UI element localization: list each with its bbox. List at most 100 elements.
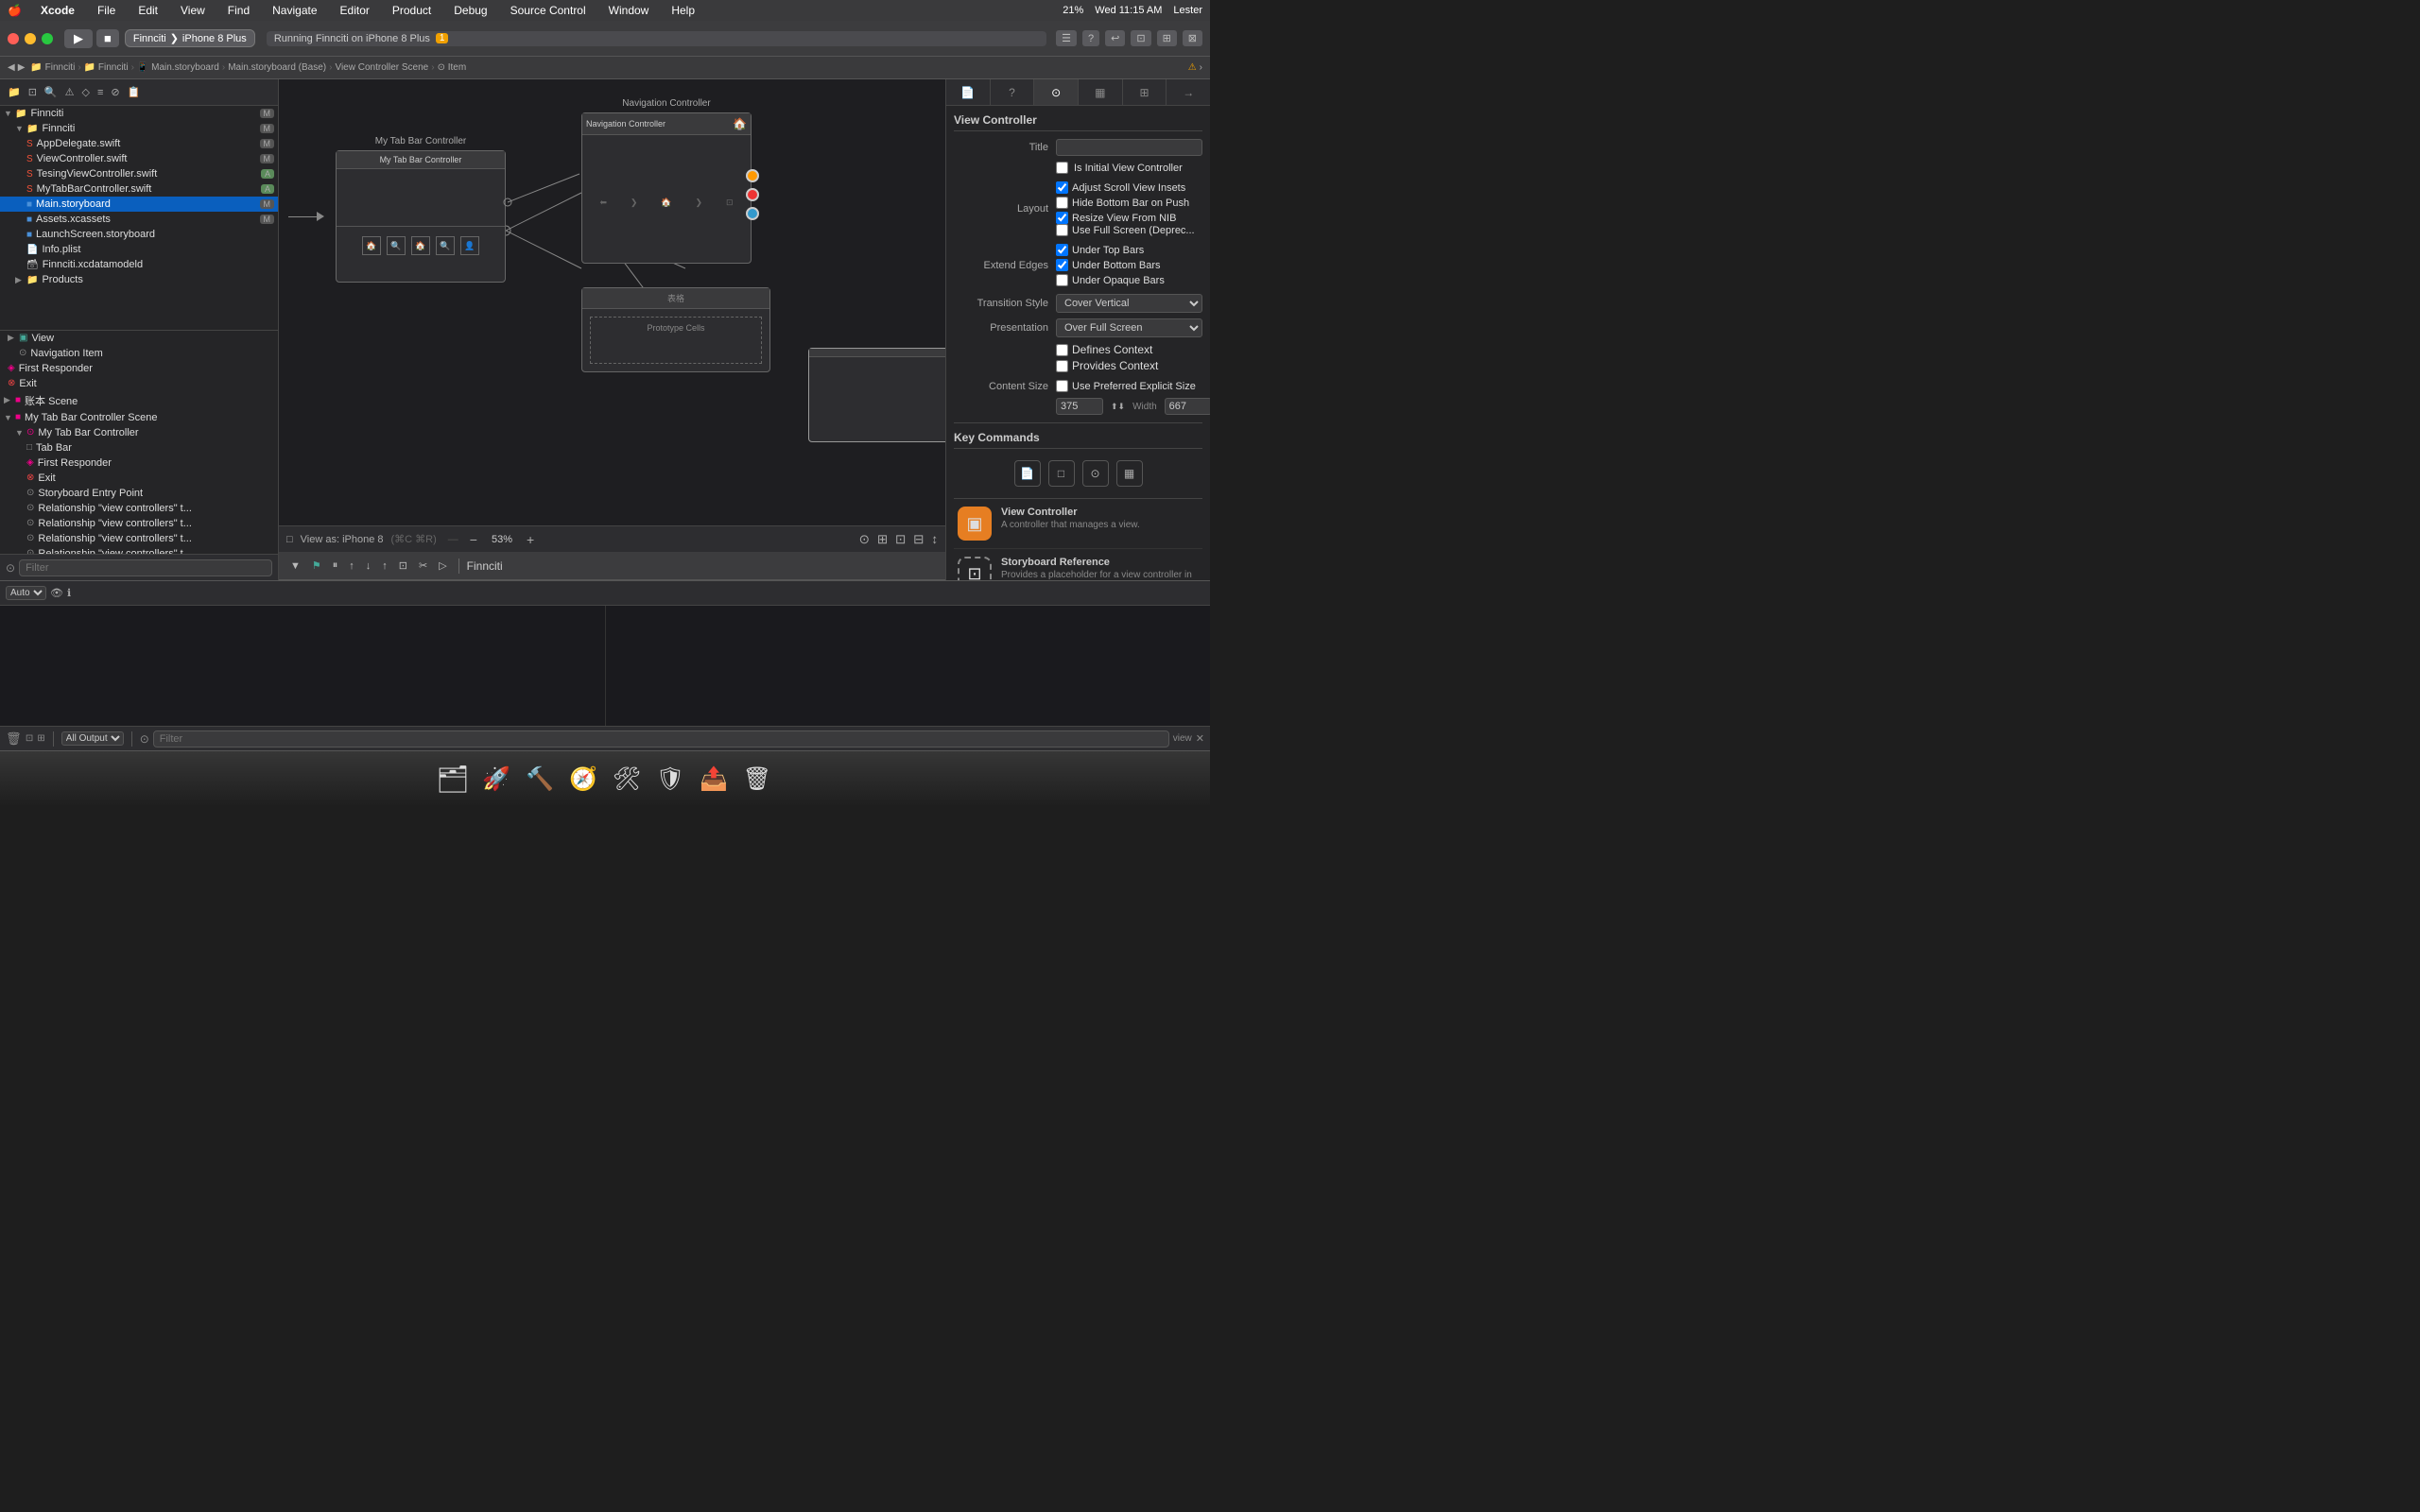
layout-btn-2[interactable]: ? [1082,30,1099,46]
dock-tools[interactable]: 🛠 [607,760,647,799]
nav-infoplist[interactable]: 📄 Info.plist [0,242,278,257]
key-cmd-icon-4[interactable]: ▦ [1116,460,1143,487]
menu-view[interactable]: View [177,4,209,17]
nav-launchscreen[interactable]: ■ LaunchScreen.storyboard [0,227,278,242]
menu-product[interactable]: Product [389,4,435,17]
presentation-select[interactable]: Over Full Screen Full Screen Page Sheet … [1056,318,1202,337]
storyboard-canvas[interactable]: My Tab Bar Controller My Tab Bar Control… [279,79,945,525]
insp-tab-connections[interactable]: → [1167,79,1210,105]
dock-finder[interactable]: 🗂 [433,760,473,799]
insp-tab-file[interactable]: 📄 [946,79,991,105]
menu-xcode[interactable]: Xcode [37,4,78,17]
tabbar-controller-box[interactable]: My Tab Bar Controller 🏠 🔍 🏠 🔍 👤 [336,150,506,283]
nav-debug-icon[interactable]: ≡ [94,85,107,100]
menu-edit[interactable]: Edit [134,4,162,17]
nav-finnciti-group[interactable]: ▼ 📁 Finnciti M [0,121,278,136]
nav-test-icon[interactable]: ◇ [78,84,94,100]
nav-issues-icon[interactable]: ⚠ [61,84,78,100]
toolbar-share-btn[interactable]: ▷ [435,558,450,574]
under-bottom-checkbox[interactable] [1056,259,1068,271]
insp-tab-attributes[interactable]: ▦ [1079,79,1123,105]
outline-tabbar[interactable]: □ Tab Bar [0,440,278,455]
use-preferred-checkbox[interactable] [1056,380,1068,392]
disclosure-icon[interactable]: ▼ [15,428,26,438]
provides-context-checkbox[interactable] [1056,360,1068,372]
outline-zhangben-scene[interactable]: ▶ ■ 账本 Scene [0,391,278,410]
debug-info-btn[interactable]: ℹ [67,587,71,599]
key-cmd-icon-1[interactable]: 📄 [1014,460,1041,487]
layout-btn-1[interactable]: ☰ [1056,30,1077,46]
disclosure-icon[interactable]: ▶ [15,275,26,285]
bc-item-3[interactable]: 📱 Main.storyboard [137,62,219,73]
auto-select[interactable]: Auto [6,586,46,600]
disclosure-icon[interactable]: ▶ [8,333,19,343]
apple-menu[interactable]: 🍎 [8,4,22,17]
outline-exit[interactable]: ⊗ Exit [0,376,278,391]
insp-tab-size[interactable]: ⊞ [1123,79,1167,105]
insp-tab-identity[interactable]: ⊙ [1034,79,1079,105]
lib-item-sbref[interactable]: ⊡ Storyboard Reference Provides a placeh… [954,549,1202,580]
connection-dot-2[interactable] [746,188,759,201]
canvas-tool-2[interactable]: ⊞ [877,532,888,547]
nav-finnciti-root[interactable]: ▼ 📁 Finnciti M [0,106,278,121]
outline-navitem[interactable]: ▶ ⊙ Navigation Item [0,346,278,361]
toolbar-layout-btn[interactable]: ⊡ [395,558,411,574]
zoom-out-button[interactable]: − [470,532,477,547]
toolbar-pause-btn[interactable]: ⏸ [329,558,342,574]
nav-mytabbarcontroller[interactable]: S MyTabBarController.swift A [0,181,278,197]
close-button[interactable] [8,33,19,44]
bc-item-1[interactable]: 📁 Finnciti [30,62,75,73]
dock-rocket[interactable]: 🚀 [476,760,516,799]
toolbar-step-btn[interactable]: ↑ [345,558,358,574]
canvas-tool-4[interactable]: ⊟ [913,532,924,547]
minimize-button[interactable] [25,33,36,44]
nav-controller-box[interactable]: Navigation Controller 🏠 ⬅❯🏠❯⊡ [581,112,752,264]
disclosure-icon[interactable]: ▼ [4,413,15,422]
warning-badge[interactable]: 1 [436,33,449,43]
nav-datamodel[interactable]: 🗃 Finnciti.xcdatamodeld [0,257,278,272]
outline-rel-3[interactable]: ⊙ Relationship "view controllers" t... [0,531,278,546]
menu-find[interactable]: Find [224,4,253,17]
stop-button[interactable]: ■ [96,29,119,47]
outline-tabbar-controller[interactable]: ▼ ⊙ My Tab Bar Controller [0,425,278,440]
width-stepper[interactable]: ⬆⬇ [1111,402,1125,412]
insp-tab-quick[interactable]: ? [991,79,1035,105]
dock-shield[interactable]: 🛡 [650,760,690,799]
breadcrumb-nav-right[interactable]: ▶ [18,62,26,73]
menu-help[interactable]: Help [667,4,699,17]
disclosure-icon[interactable]: ▼ [4,109,15,118]
canvas-tool-1[interactable]: ⊙ [859,532,870,547]
menu-navigate[interactable]: Navigate [268,4,320,17]
outline-tabbar-scene[interactable]: ▼ ■ My Tab Bar Controller Scene [0,410,278,425]
scheme-selector[interactable]: Finnciti ❯ iPhone 8 Plus [125,29,255,47]
canvas-tool-3[interactable]: ⊡ [895,532,906,547]
canvas-tool-5[interactable]: ↕ [931,532,938,547]
dock-trash[interactable]: 🗑 [737,760,777,799]
layout-btn-5[interactable]: ⊞ [1157,30,1177,46]
item-box[interactable] [808,348,945,442]
debug-trash-btn[interactable]: 🗑 [6,731,22,747]
outline-exit2[interactable]: ⊗ Exit [0,471,278,486]
outline-first-responder[interactable]: ◈ First Responder [0,361,278,376]
nav-breakpoints-icon[interactable]: ⊘ [107,84,123,100]
maximize-button[interactable] [42,33,53,44]
layout-btn-6[interactable]: ⊠ [1183,30,1202,46]
key-cmd-icon-2[interactable]: □ [1048,460,1075,487]
nav-search-icon[interactable]: 🔍 [41,84,61,100]
nav-tesingviewcontroller[interactable]: S TesingViewController.swift A [0,166,278,181]
menu-editor[interactable]: Editor [337,4,373,17]
run-button[interactable]: ▶ [64,29,93,48]
menu-debug[interactable]: Debug [450,4,491,17]
key-cmd-icon-3[interactable]: ⊙ [1082,460,1109,487]
disclosure-icon[interactable]: ▶ [4,395,15,405]
outline-rel-4[interactable]: ⊙ Relationship "view controllers" t... [0,546,278,555]
bc-item-4[interactable]: Main.storyboard (Base) [228,62,326,73]
outline-view[interactable]: ▶ ▣ View [0,331,278,346]
debug-eye-btn[interactable]: 👁 [50,587,63,599]
bc-right-arrow[interactable]: › [1200,62,1202,73]
outline-filter-input[interactable] [19,559,272,576]
disclosure-icon[interactable]: ▼ [15,124,26,133]
height-input[interactable] [1165,398,1210,415]
bc-item-6[interactable]: ⊙ Item [438,62,467,73]
outline-first-responder2[interactable]: ◈ First Responder [0,455,278,471]
